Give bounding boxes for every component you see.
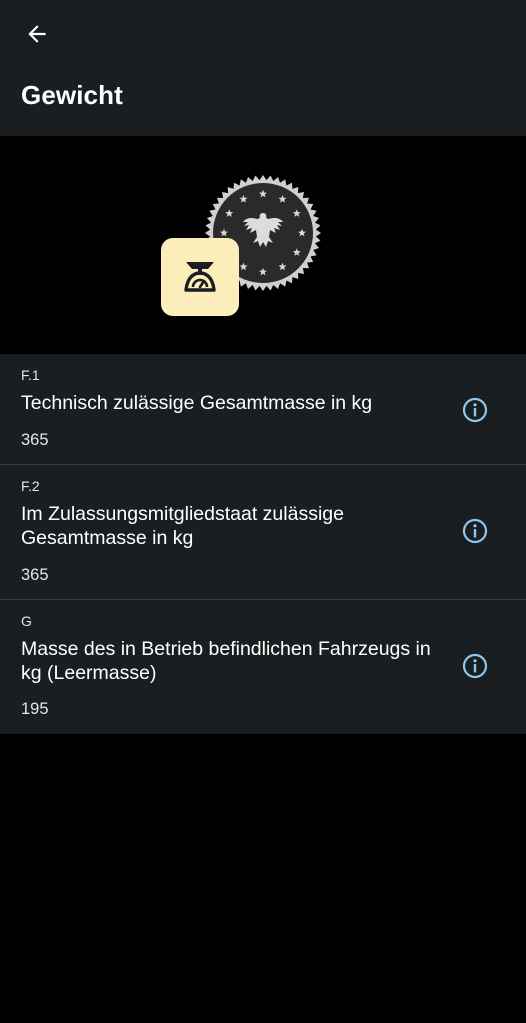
page-title: Gewicht [21,80,123,110]
list-item[interactable]: F.2 Im Zulassungsmitgliedstaat zulässige… [0,465,526,600]
field-label: Im Zulassungsmitgliedstaat zulässige Ges… [21,503,344,549]
info-circle-icon [462,653,488,679]
field-value: 365 [21,431,49,449]
info-button[interactable] [461,517,489,545]
field-label: Masse des in Betrieb befindlichen Fahrze… [21,638,431,684]
app-bar: Gewicht [0,0,526,136]
field-value: 365 [21,566,49,584]
field-code: G [21,613,32,629]
hero-banner [0,136,526,354]
arrow-left-icon [28,25,46,43]
weighing-scale-icon [184,262,216,292]
info-circle-icon [462,518,488,544]
list-item[interactable]: F.1 Technisch zulässige Gesamtmasse in k… [0,354,526,465]
info-button[interactable] [461,396,489,424]
field-code: F.1 [21,367,40,383]
info-button[interactable] [461,652,489,680]
back-button[interactable] [14,12,60,56]
field-value: 195 [21,700,49,718]
field-label: Technisch zulässige Gesamtmasse in kg [21,392,373,414]
weight-category-tile [161,238,239,316]
field-code: F.2 [21,478,40,494]
list-item[interactable]: G Masse des in Betrieb befindlichen Fahr… [0,600,526,734]
attribute-list: F.1 Technisch zulässige Gesamtmasse in k… [0,354,526,734]
info-circle-icon [462,397,488,423]
